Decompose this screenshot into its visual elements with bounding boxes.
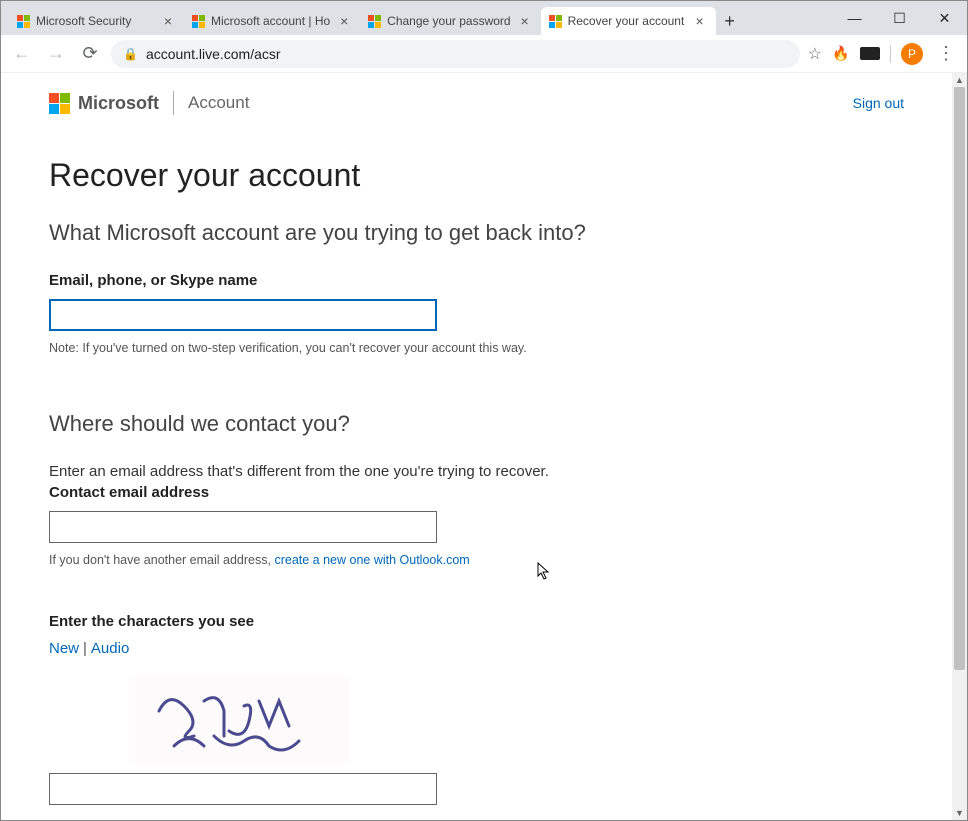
- ms-favicon-icon: [368, 15, 381, 28]
- tab-title: Change your password: [387, 14, 510, 28]
- lock-icon: 🔒: [123, 47, 138, 61]
- captcha-image: [129, 677, 349, 763]
- description-text: Enter an email address that's different …: [49, 463, 904, 480]
- new-tab-button[interactable]: +: [716, 7, 744, 35]
- page-title: Recover your account: [49, 157, 904, 194]
- contact-email-input[interactable]: [49, 511, 437, 543]
- field-label: Contact email address: [49, 484, 904, 501]
- close-window-button[interactable]: ✕: [922, 1, 967, 35]
- site-header: Microsoft Account Sign out: [1, 73, 952, 125]
- close-icon[interactable]: ×: [160, 13, 176, 29]
- scroll-thumb[interactable]: [954, 87, 965, 670]
- maximize-button[interactable]: ☐: [877, 1, 922, 35]
- window-controls: — ☐ ✕: [832, 1, 967, 35]
- forward-button[interactable]: →: [43, 41, 69, 67]
- scroll-down-icon[interactable]: ▼: [952, 806, 967, 820]
- hint-prefix: If you don't have another email address,: [49, 553, 274, 567]
- tab-title: Microsoft account | Ho: [211, 14, 330, 28]
- titlebar: Microsoft Security × Microsoft account |…: [1, 1, 967, 35]
- close-icon[interactable]: ×: [517, 13, 533, 29]
- close-icon[interactable]: ×: [692, 13, 708, 29]
- profile-avatar[interactable]: P: [901, 43, 923, 65]
- captcha-new-link[interactable]: New: [49, 640, 79, 657]
- captcha-controls: New|Audio: [49, 640, 904, 657]
- menu-button[interactable]: ⋮: [933, 43, 959, 64]
- sign-out-link[interactable]: Sign out: [853, 95, 904, 111]
- microsoft-logo[interactable]: Microsoft: [49, 93, 159, 114]
- back-button[interactable]: ←: [9, 41, 35, 67]
- address-bar: ← → ⟳ 🔒 account.live.com/acsr ☆ 🔥 P ⋮: [1, 35, 967, 73]
- main-content: Recover your account What Microsoft acco…: [1, 125, 952, 820]
- section-heading: Where should we contact you?: [49, 411, 904, 437]
- separator: |: [83, 640, 87, 657]
- reload-button[interactable]: ⟳: [77, 41, 103, 67]
- bookmark-star-icon[interactable]: ☆: [808, 44, 822, 64]
- hint-text: If you don't have another email address,…: [49, 553, 904, 567]
- divider: [173, 91, 174, 115]
- tab[interactable]: Microsoft account | Ho ×: [184, 7, 360, 35]
- omnibox[interactable]: 🔒 account.live.com/acsr: [111, 40, 800, 68]
- app-name: Account: [188, 93, 249, 113]
- ms-logo-icon: [49, 93, 70, 114]
- minimize-button[interactable]: —: [832, 1, 877, 35]
- create-outlook-link[interactable]: create a new one with Outlook.com: [274, 553, 469, 567]
- close-icon[interactable]: ×: [336, 13, 352, 29]
- ms-favicon-icon: [192, 15, 205, 28]
- toolbar-right: ☆ 🔥 P ⋮: [808, 43, 959, 65]
- viewport: Microsoft Account Sign out Recover your …: [1, 73, 967, 820]
- ms-favicon-icon: [17, 15, 30, 28]
- page-content: Microsoft Account Sign out Recover your …: [1, 73, 952, 820]
- section-heading: What Microsoft account are you trying to…: [49, 220, 904, 246]
- brand-text: Microsoft: [78, 93, 159, 114]
- captcha-audio-link[interactable]: Audio: [91, 640, 129, 657]
- browser-window: Microsoft Security × Microsoft account |…: [0, 0, 968, 821]
- field-label: Enter the characters you see: [49, 613, 904, 630]
- account-input[interactable]: [49, 299, 437, 331]
- divider: [890, 45, 891, 63]
- tab[interactable]: Change your password ×: [360, 7, 540, 35]
- tab-title: Microsoft Security: [36, 14, 154, 28]
- hint-text: Note: If you've turned on two-step verif…: [49, 341, 904, 355]
- captcha-input[interactable]: [49, 773, 437, 805]
- url-text: account.live.com/acsr: [146, 46, 281, 62]
- extension-icon[interactable]: [860, 47, 880, 60]
- extension-icon[interactable]: 🔥: [832, 45, 850, 63]
- ms-favicon-icon: [549, 15, 562, 28]
- scroll-up-icon[interactable]: ▲: [952, 73, 967, 87]
- tab-active[interactable]: Recover your account ×: [541, 7, 716, 35]
- field-label: Email, phone, or Skype name: [49, 272, 904, 289]
- tab-strip: Microsoft Security × Microsoft account |…: [1, 1, 832, 35]
- scrollbar[interactable]: ▲ ▼: [952, 73, 967, 820]
- tab-title: Recover your account: [568, 14, 686, 28]
- tab[interactable]: Microsoft Security ×: [9, 7, 184, 35]
